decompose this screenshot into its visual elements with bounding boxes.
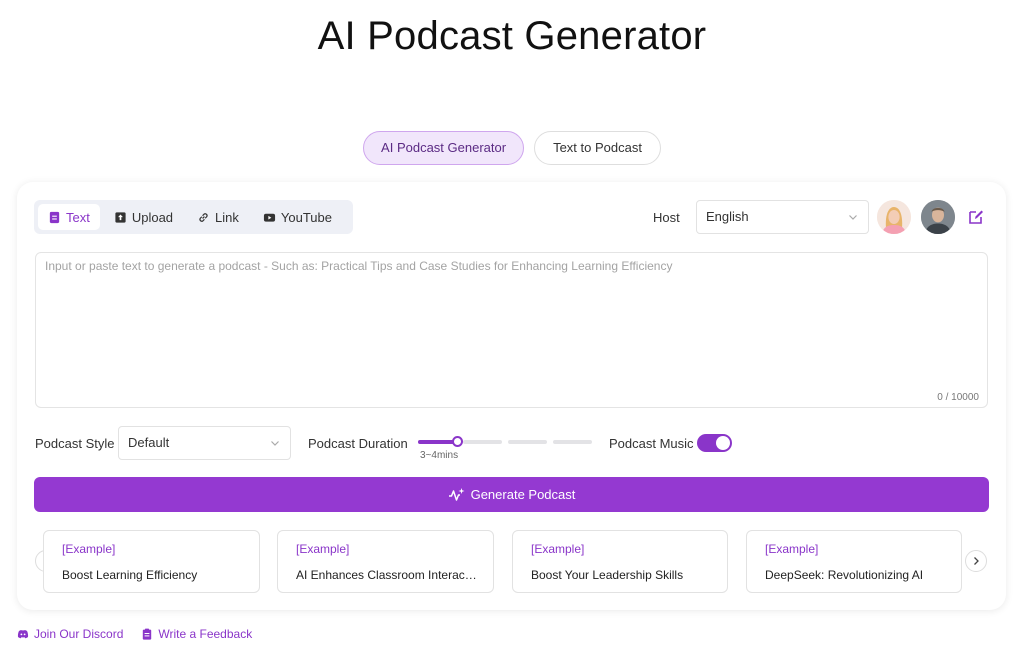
chevron-down-icon: [849, 215, 857, 220]
tab-text[interactable]: Text: [38, 204, 100, 230]
chevron-down-icon: [271, 441, 279, 446]
mode-switch: AI Podcast Generator Text to Podcast: [0, 131, 1024, 165]
example-tag: [Example]: [765, 542, 819, 556]
example-title: DeepSeek: Revolutionizing AI: [765, 568, 924, 582]
text-input-box: 0 / 10000: [35, 252, 988, 408]
write-feedback-label: Write a Feedback: [158, 627, 253, 641]
chevron-right-icon: [974, 557, 979, 565]
toggle-knob: [716, 436, 730, 450]
tab-link[interactable]: Link: [187, 204, 249, 230]
podcast-music-toggle[interactable]: [697, 434, 732, 452]
duration-segment: [508, 440, 547, 444]
podcast-style-value: Default: [128, 435, 170, 450]
example-card[interactable]: [Example] Boost Learning Efficiency: [43, 530, 260, 593]
footer-links: Join Our Discord Write a Feedback: [17, 627, 252, 641]
tab-upload[interactable]: Upload: [104, 204, 183, 230]
sparkle-waveform-icon: [448, 488, 465, 501]
host-label: Host: [653, 210, 680, 225]
discord-icon: [17, 630, 29, 639]
example-tag: [Example]: [296, 542, 350, 556]
example-title: AI Enhances Classroom Interaction: [296, 568, 477, 582]
podcast-duration-label: Podcast Duration: [308, 436, 408, 451]
generate-podcast-button[interactable]: Generate Podcast: [34, 477, 989, 512]
example-tag: [Example]: [62, 542, 116, 556]
male-host-avatar-icon: [921, 200, 955, 234]
language-select-value: English: [706, 209, 749, 224]
example-card[interactable]: [Example] Boost Your Leadership Skills: [512, 530, 728, 593]
podcast-style-select[interactable]: Default: [118, 426, 291, 460]
generator-card: Text Upload Link YouTube Host English In…: [17, 182, 1006, 610]
input-tabs: Text Upload Link YouTube: [34, 200, 353, 234]
generate-podcast-label: Generate Podcast: [470, 487, 576, 502]
example-tag: [Example]: [531, 542, 585, 556]
mode-text-to-podcast-button[interactable]: Text to Podcast: [534, 131, 661, 165]
youtube-icon: [263, 213, 275, 222]
language-select[interactable]: English: [696, 200, 869, 234]
duration-caption: 3~4mins: [420, 450, 459, 461]
upload-icon: [115, 211, 126, 223]
example-card[interactable]: [Example] DeepSeek: Revolutionizing AI: [746, 530, 962, 593]
podcast-style-label: Podcast Style: [35, 436, 115, 451]
host-avatar-male[interactable]: [921, 200, 955, 234]
host-avatar-female[interactable]: [877, 200, 911, 234]
podcast-duration-slider[interactable]: [418, 436, 592, 447]
female-host-avatar-icon: [877, 200, 911, 234]
tab-text-label: Text: [66, 209, 90, 225]
mode-ai-podcast-generator-button[interactable]: AI Podcast Generator: [363, 131, 525, 165]
write-feedback-link[interactable]: Write a Feedback: [141, 627, 252, 641]
example-title: Boost Learning Efficiency: [62, 568, 198, 582]
example-card[interactable]: [Example] AI Enhances Classroom Interact…: [277, 530, 494, 593]
example-title: Boost Your Leadership Skills: [531, 568, 684, 582]
document-icon: [49, 211, 60, 223]
edit-icon[interactable]: [967, 208, 985, 226]
tab-youtube-label: YouTube: [280, 209, 332, 225]
duration-segment: [463, 440, 502, 444]
podcast-text-input[interactable]: [36, 253, 987, 407]
duration-segment: [553, 440, 592, 444]
duration-slider-handle[interactable]: [452, 436, 463, 447]
join-discord-link[interactable]: Join Our Discord: [17, 627, 123, 641]
clipboard-icon: [143, 628, 152, 640]
carousel-next-button[interactable]: [965, 550, 987, 572]
tab-link-label: Link: [215, 209, 239, 225]
page-title: AI Podcast Generator: [317, 14, 707, 58]
podcast-music-label: Podcast Music: [609, 436, 694, 451]
join-discord-label: Join Our Discord: [34, 627, 124, 641]
character-counter: 0 / 10000: [937, 392, 979, 403]
tab-youtube[interactable]: YouTube: [253, 204, 342, 230]
tab-upload-label: Upload: [131, 209, 174, 225]
link-icon: [199, 212, 208, 222]
